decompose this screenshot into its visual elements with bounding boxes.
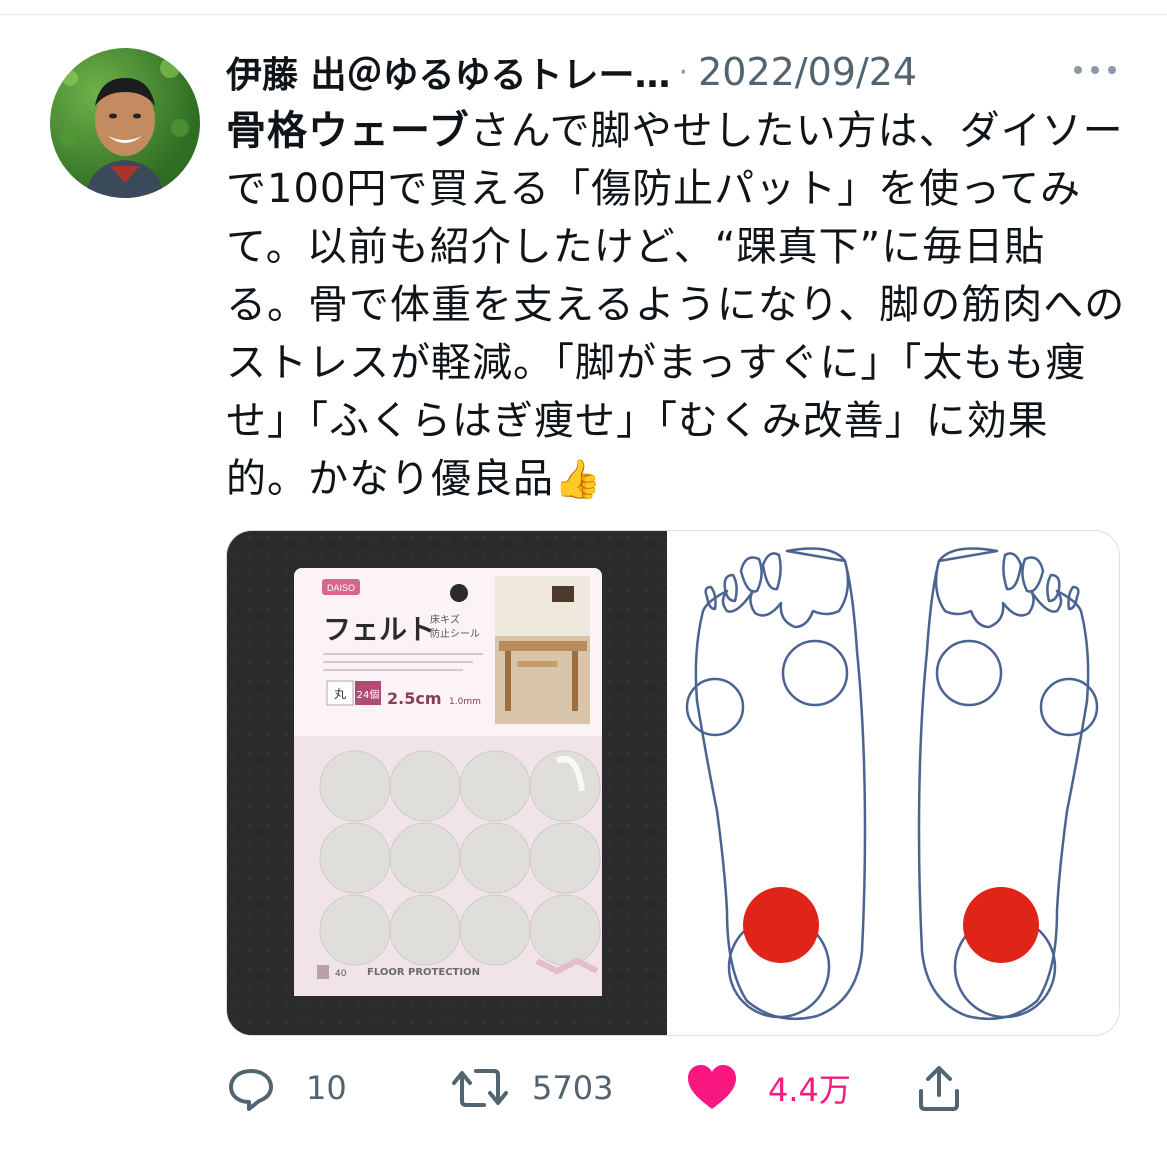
left-heel-marker — [743, 887, 819, 963]
reply-icon — [229, 1069, 273, 1111]
package-thickness: 1.0mm — [449, 697, 481, 707]
tweet-text: さんで脚やせしたい方は、ダイソーで100円で買える「傷防止パット」を使ってみて。… — [226, 108, 1126, 502]
author-avatar[interactable] — [50, 48, 200, 198]
header-separator: · — [678, 54, 689, 90]
top-divider — [0, 14, 1167, 15]
package-count: 24個 — [357, 688, 380, 701]
tweet-header: 伊藤 出＠ゆるゆるトレー… · 2022/09/24 — [226, 48, 1126, 96]
like-button[interactable]: 4.4万 — [686, 1058, 851, 1118]
feet-diagram[interactable] — [667, 531, 1119, 1035]
share-button[interactable] — [916, 1058, 962, 1118]
package-shape: 丸 — [334, 687, 346, 701]
share-icon — [919, 1066, 959, 1111]
package-title: フェルト — [323, 613, 435, 646]
product-photo[interactable]: DAISO フェルト 床キズ 防止シール 丸 24個 2.5cm 1.0mm 4… — [227, 531, 667, 1035]
right-heel-marker — [963, 887, 1039, 963]
reply-count: 10 — [306, 1069, 347, 1107]
retweet-icon — [452, 1069, 508, 1107]
package-subtitle-1: 床キズ — [430, 613, 460, 626]
brand-logo: DAISO — [327, 583, 355, 593]
author-name[interactable]: 伊藤 出＠ゆるゆるトレー… — [226, 46, 671, 98]
tweet-body: 骨格ウェーブさんで脚やせしたい方は、ダイソーで100円で買える「傷防止パット」を… — [226, 102, 1126, 508]
heart-icon — [688, 1065, 736, 1109]
price-badge: 40 — [335, 969, 347, 979]
avatar-portrait — [59, 58, 189, 198]
retweet-count: 5703 — [532, 1069, 614, 1107]
package-size: 2.5cm — [387, 689, 442, 708]
package-bottom-text: FLOOR PROTECTION — [367, 967, 480, 978]
tweet-actions: 10 5703 4.4万 — [226, 1058, 1126, 1118]
package-subtitle-2: 防止シール — [430, 627, 480, 640]
more-options-icon[interactable] — [1070, 58, 1120, 82]
hashtag-bold[interactable]: 骨格ウェーブ — [226, 108, 470, 154]
thumbs-up-icon: 👍 — [554, 457, 603, 501]
reply-button[interactable]: 10 — [226, 1058, 347, 1118]
retweet-button[interactable]: 5703 — [452, 1058, 613, 1118]
tweet-media[interactable]: DAISO フェルト 床キズ 防止シール 丸 24個 2.5cm 1.0mm 4… — [226, 530, 1120, 1036]
tweet-date[interactable]: 2022/09/24 — [698, 50, 917, 94]
like-count: 4.4万 — [768, 1071, 851, 1109]
